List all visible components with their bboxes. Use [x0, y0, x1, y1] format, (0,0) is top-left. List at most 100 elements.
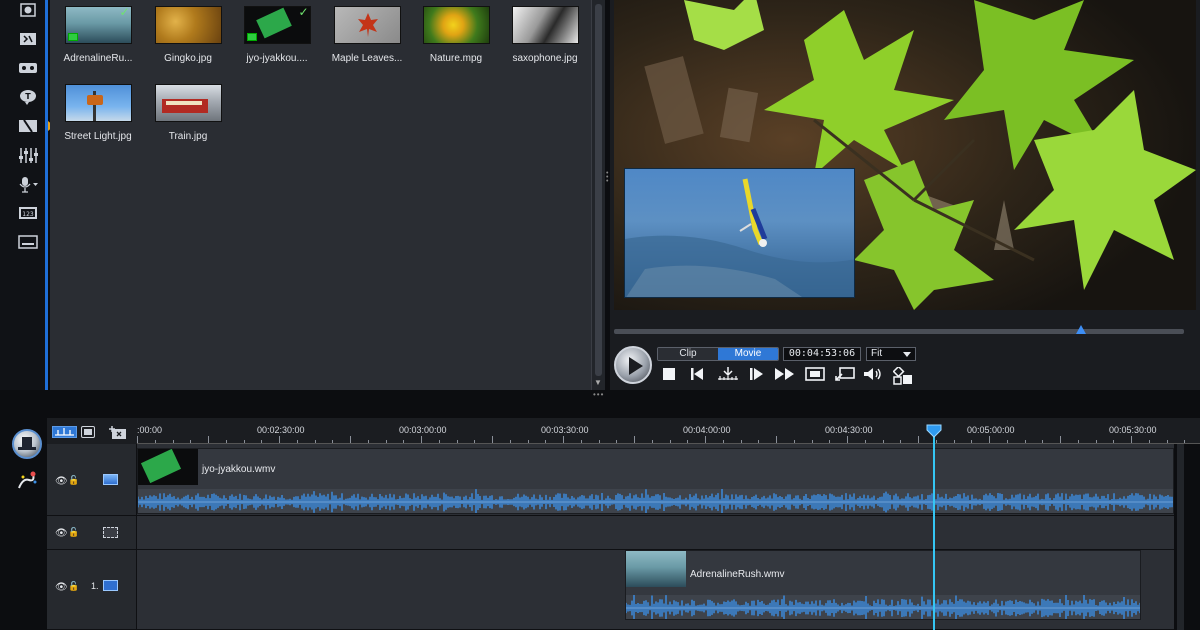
- timecode-display[interactable]: 00:04:53:06: [783, 347, 861, 361]
- ruler-time-label: 00:03:00:00: [399, 425, 447, 435]
- track-row-effect[interactable]: [137, 516, 1174, 550]
- pip-overlay-video[interactable]: [624, 168, 855, 298]
- timeline-toolbar: [47, 418, 137, 444]
- ruler-tick: [954, 440, 955, 443]
- timeline-view-icon: [55, 428, 74, 436]
- library-item[interactable]: saxophone.jpg: [505, 0, 585, 64]
- library-item[interactable]: Street Light.jpg: [58, 78, 138, 142]
- track-header-video-1: 👁 🔓: [47, 444, 137, 516]
- media-thumbnail[interactable]: ✓: [243, 6, 311, 44]
- track-index-label: 1.: [91, 581, 99, 591]
- library-item[interactable]: ✓ AdrenalineRu...: [58, 0, 138, 64]
- ruler-tick: [155, 440, 156, 443]
- track-lock-icon[interactable]: 🔓: [68, 475, 79, 486]
- media-thumbnail[interactable]: [154, 84, 222, 122]
- media-thumbnail[interactable]: [333, 6, 401, 44]
- library-scrollbar[interactable]: ▼: [591, 0, 605, 390]
- ruler-tick: [723, 440, 724, 443]
- fx-room-icon[interactable]: [17, 31, 39, 48]
- ruler-tick: [1060, 436, 1061, 443]
- voice-over-icon[interactable]: [17, 176, 39, 193]
- ruler-time-label: :00:00: [137, 425, 163, 435]
- next-frame-icon: [750, 368, 763, 380]
- stop-button[interactable]: [660, 367, 678, 383]
- preview-options-button[interactable]: [892, 365, 913, 385]
- ruler-tick: [1078, 440, 1079, 443]
- ruler-tick: [563, 436, 564, 443]
- chapter-room-icon[interactable]: 123: [17, 205, 39, 222]
- timeline-view-button[interactable]: [52, 426, 77, 438]
- library-item[interactable]: Maple Leaves...: [327, 0, 407, 64]
- fast-forward-button[interactable]: [774, 367, 796, 383]
- split-clip-button[interactable]: [717, 367, 738, 383]
- pip-objects-icon[interactable]: [17, 60, 39, 77]
- ruler-tick: [439, 440, 440, 443]
- track-visibility-eye-icon[interactable]: 👁: [55, 476, 68, 487]
- track-manager-button[interactable]: [109, 426, 127, 439]
- track-lock-icon[interactable]: 🔓: [68, 527, 79, 538]
- ruler-tick: [865, 440, 866, 443]
- volume-button[interactable]: [863, 367, 883, 383]
- media-label: Train.jpg: [168, 131, 208, 142]
- storyboard-view-button[interactable]: [81, 426, 95, 438]
- workspace-timeline-splitter[interactable]: •••: [0, 390, 1200, 418]
- ruler-tick: [1113, 440, 1114, 443]
- timeline-tracks: 👁 🔓 jyo-jyakkou.wmv 👁 🔓 👁 🔓 1. Adrenalin…: [47, 444, 1174, 630]
- ruler-tick: [421, 436, 422, 443]
- track-lock-icon[interactable]: 🔓: [68, 581, 79, 592]
- ruler-tick: [457, 440, 458, 443]
- library-item[interactable]: Gingko.jpg: [148, 0, 228, 64]
- media-thumbnail[interactable]: ✓: [64, 6, 132, 44]
- ruler-tick: [528, 440, 529, 443]
- audio-mixing-icon[interactable]: [17, 147, 39, 164]
- timeline-scrollbar[interactable]: [1174, 444, 1200, 630]
- timeline-clip-adrenalinerush[interactable]: AdrenalineRush.wmv: [625, 550, 1141, 620]
- ruler-tick: [226, 440, 227, 443]
- ruler-tick: [244, 440, 245, 443]
- scrub-slider-knob[interactable]: [1076, 325, 1086, 334]
- title-room-icon[interactable]: T: [17, 89, 39, 106]
- external-display-button[interactable]: [835, 367, 855, 383]
- timeline-scroll-track[interactable]: [1177, 444, 1184, 630]
- stop-icon: [663, 368, 675, 380]
- ruler-tick: [190, 440, 191, 443]
- preview-video-frame[interactable]: [614, 0, 1196, 310]
- library-scroll-thumb[interactable]: [595, 4, 602, 376]
- media-thumbnail[interactable]: [154, 6, 222, 44]
- mode-movie-button[interactable]: Movie: [718, 348, 778, 360]
- preview-scrub-bar[interactable]: [614, 325, 1184, 334]
- media-thumbnail[interactable]: [511, 6, 579, 44]
- track-header-effect: 👁 🔓: [47, 516, 137, 550]
- transition-room-icon[interactable]: [17, 118, 39, 135]
- mode-clip-button[interactable]: Clip: [658, 348, 718, 360]
- track-visibility-eye-icon[interactable]: 👁: [55, 528, 68, 539]
- timeline-ruler[interactable]: :00:00 00:02:30:00 00:03:00:00 00:03:30:00 0…: [137, 418, 1200, 444]
- next-frame-button[interactable]: [747, 367, 765, 383]
- library-item[interactable]: Train.jpg: [148, 78, 228, 142]
- media-label: Gingko.jpg: [164, 53, 212, 64]
- ruler-tick: [403, 440, 404, 443]
- library-item[interactable]: Nature.mpg: [416, 0, 496, 64]
- play-button[interactable]: [614, 346, 652, 384]
- scroll-down-icon[interactable]: ▼: [594, 378, 602, 387]
- effects-wand-button[interactable]: [15, 468, 39, 492]
- timeline-clip-jyo-jyakkou[interactable]: jyo-jyakkou.wmv: [137, 448, 1174, 514]
- media-thumbnail[interactable]: [422, 6, 490, 44]
- snapshot-button[interactable]: [805, 367, 825, 383]
- playhead-handle-icon[interactable]: [926, 424, 942, 438]
- timeline-playhead[interactable]: [933, 430, 935, 630]
- magic-tools-button[interactable]: [12, 429, 42, 459]
- video-badge-icon: [67, 33, 78, 41]
- library-item[interactable]: ✓ jyo-jyakkou....: [237, 0, 317, 64]
- ruler-tick: [794, 440, 795, 443]
- subtitle-room-icon[interactable]: [17, 234, 39, 251]
- media-thumbnail[interactable]: [64, 84, 132, 122]
- track-visibility-eye-icon[interactable]: 👁: [55, 582, 68, 593]
- ruler-tick: [1149, 440, 1150, 443]
- ruler-tick: [758, 440, 759, 443]
- zoom-select[interactable]: Fit: [866, 347, 916, 361]
- media-room-icon[interactable]: [17, 2, 39, 19]
- splitter-grip-icon: •••: [606, 170, 609, 185]
- clip-movie-mode-toggle[interactable]: Clip Movie: [657, 347, 779, 361]
- previous-frame-button[interactable]: [689, 367, 707, 383]
